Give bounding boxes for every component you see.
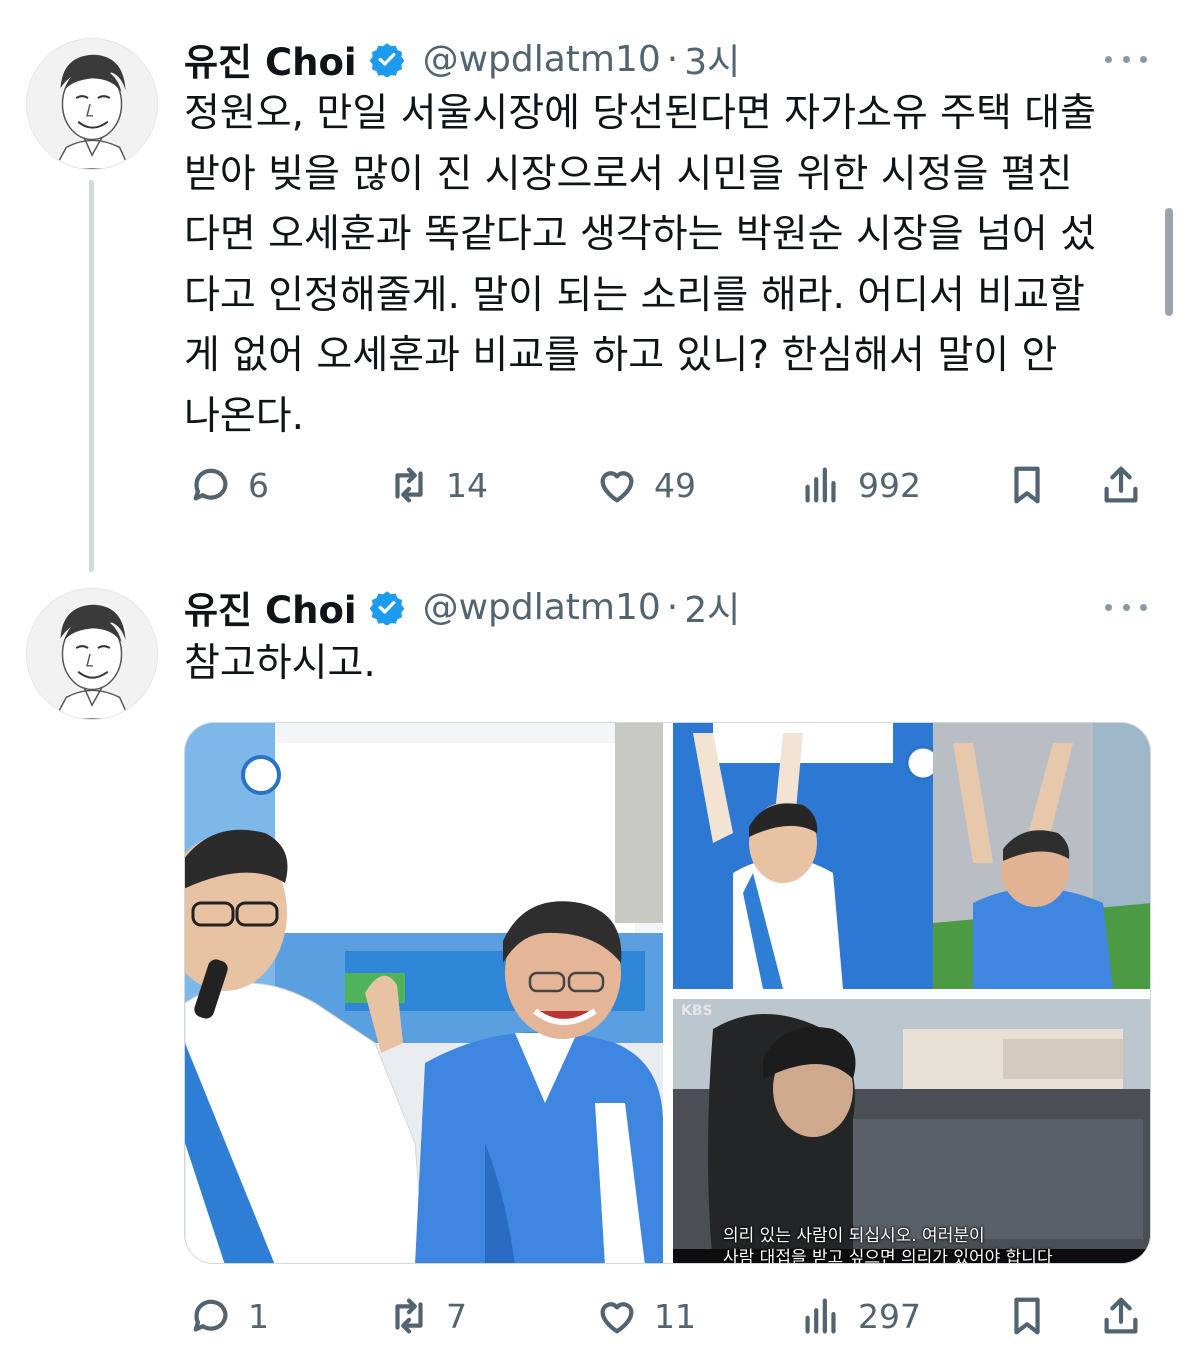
- reply-button[interactable]: 1: [188, 1286, 269, 1346]
- timestamp[interactable]: 2시: [684, 581, 740, 633]
- heart-icon: [600, 1302, 634, 1334]
- tweet-header: 유진 Choi @wpdlatm10 · 2시: [184, 580, 740, 634]
- reply-bubble-icon: [193, 468, 228, 501]
- like-count: 11: [654, 1296, 696, 1336]
- verified-badge-icon: [369, 589, 405, 625]
- views-button[interactable]: 992: [798, 455, 921, 515]
- heart-icon: [600, 471, 634, 503]
- timestamp[interactable]: 3시: [684, 33, 740, 85]
- avatar-sketch-icon: [27, 589, 157, 719]
- more-dots-icon[interactable]: [1105, 597, 1147, 617]
- like-count: 49: [654, 465, 696, 505]
- view-count: 992: [858, 465, 921, 505]
- bar-chart-icon: [805, 467, 836, 503]
- view-count: 297: [858, 1296, 921, 1336]
- rally-photo-image: [185, 723, 663, 1263]
- scrollbar[interactable]: [1165, 208, 1173, 316]
- display-name[interactable]: 유진 Choi: [184, 32, 357, 86]
- bookmark-button[interactable]: [1004, 1286, 1050, 1346]
- bar-chart-icon: [805, 1298, 836, 1334]
- repost-button[interactable]: 7: [386, 1286, 467, 1346]
- broadcaster-logo: KBS: [681, 1003, 713, 1019]
- like-button[interactable]: 11: [594, 1286, 696, 1346]
- reply-bubble-icon: [193, 1299, 228, 1332]
- verified-badge-icon: [369, 41, 405, 77]
- separator-dot: ·: [666, 586, 679, 628]
- reply-count: 1: [248, 1296, 269, 1336]
- media-photo-rally-1[interactable]: [185, 723, 663, 1263]
- media-photo-broadcast[interactable]: KBS 의리 있는 사람이 되십시오. 여러분이 사람 대접을 받고 싶으면 의…: [673, 999, 1150, 1264]
- repost-count: 7: [446, 1296, 467, 1336]
- tweet-text: 참고하시고.: [184, 641, 376, 686]
- share-button[interactable]: [1098, 455, 1144, 515]
- reply-button[interactable]: 6: [188, 455, 269, 515]
- avatar-sketch-icon: [27, 39, 157, 169]
- bookmark-icon: [1014, 466, 1040, 504]
- action-bar: 1 7 11 297: [184, 1286, 1149, 1346]
- tweet-header: 유진 Choi @wpdlatm10 · 3시: [184, 32, 740, 86]
- views-button[interactable]: 297: [798, 1286, 921, 1346]
- share-upload-icon: [1104, 466, 1138, 503]
- display-name[interactable]: 유진 Choi: [184, 580, 357, 634]
- media-grid[interactable]: KBS 의리 있는 사람이 되십시오. 여러분이 사람 대접을 받고 싶으면 의…: [184, 722, 1151, 1264]
- like-button[interactable]: 49: [594, 455, 696, 515]
- share-button[interactable]: [1098, 1286, 1144, 1346]
- repost-count: 14: [446, 465, 488, 505]
- bookmark-icon: [1014, 1297, 1040, 1335]
- rally-stage-photo-image: [673, 723, 1150, 989]
- thread-connector-line: [89, 180, 94, 572]
- reply-count: 6: [248, 465, 269, 505]
- more-dots-icon[interactable]: [1105, 49, 1147, 69]
- repost-arrows-icon: [395, 467, 423, 503]
- avatar[interactable]: [26, 38, 158, 170]
- repost-button[interactable]: 14: [386, 455, 488, 515]
- avatar[interactable]: [26, 588, 158, 720]
- repost-arrows-icon: [395, 1298, 423, 1334]
- subtitle-line-2: 사람 대접을 받고 싶으면 의리가 있어야 합니다: [723, 1248, 1053, 1264]
- separator-dot: ·: [666, 38, 679, 80]
- bookmark-button[interactable]: [1004, 455, 1050, 515]
- user-handle[interactable]: @wpdlatm10: [423, 587, 661, 628]
- share-upload-icon: [1104, 1297, 1138, 1334]
- user-handle[interactable]: @wpdlatm10: [423, 39, 661, 80]
- tweet-text: 정원오, 만일 서울시장에 당선된다면 자가소유 주택 대출 받아 빚을 많이 …: [184, 91, 1097, 439]
- action-bar: 6 14 49 992: [184, 455, 1149, 515]
- media-photo-rally-2[interactable]: [673, 723, 1150, 989]
